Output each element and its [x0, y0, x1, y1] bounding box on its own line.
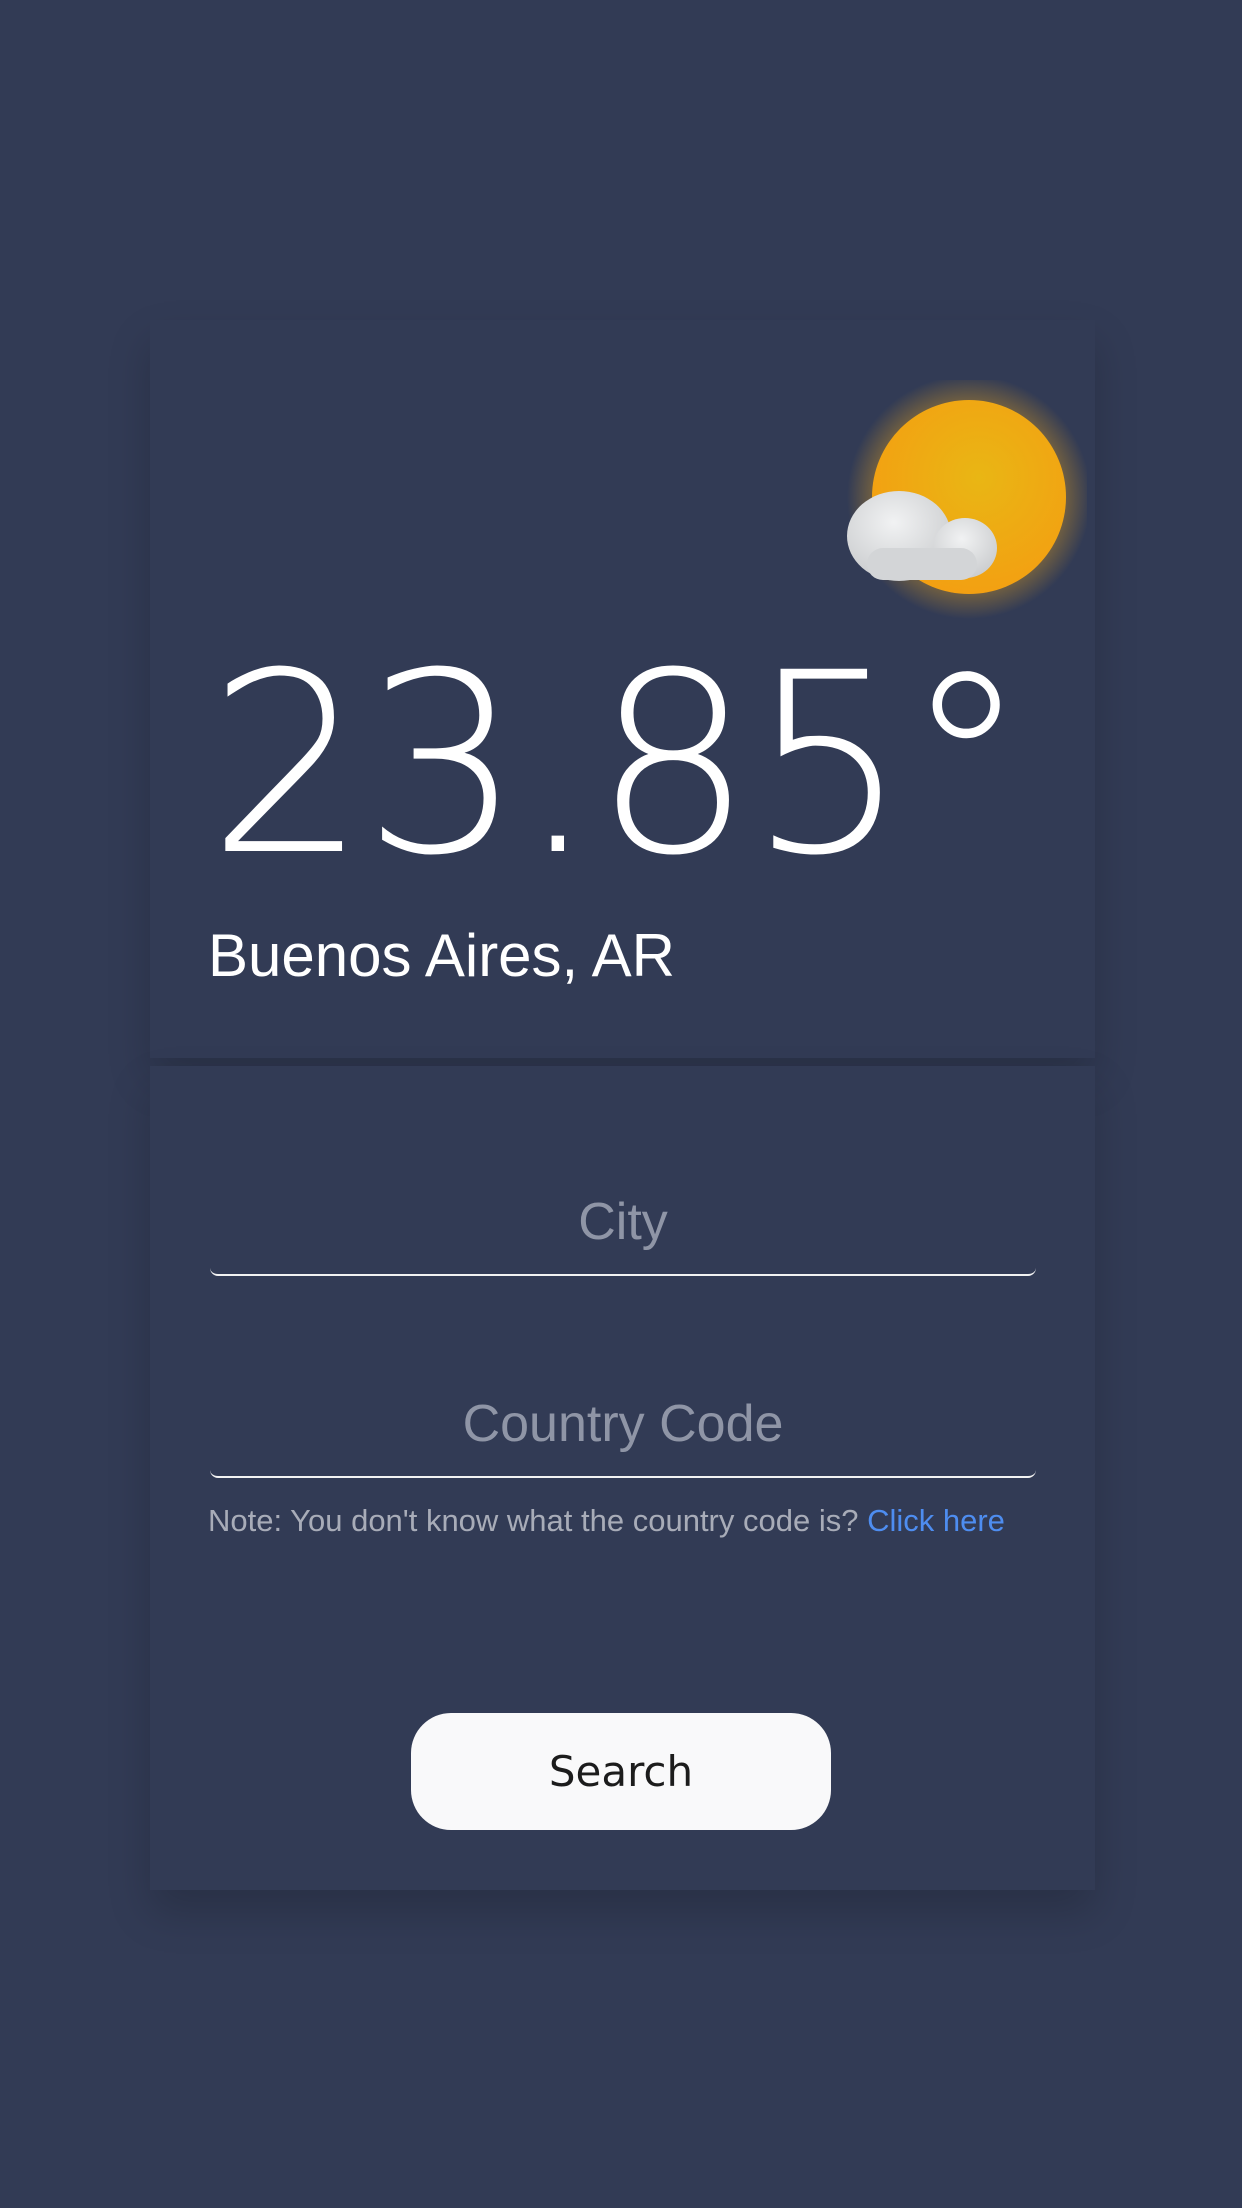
city-field — [210, 1170, 1036, 1276]
temperature-value: 23.85° — [208, 619, 1029, 910]
note-text: Note: You don't know what the country co… — [208, 1503, 859, 1538]
sun-cloud-icon — [847, 380, 1087, 620]
location-label: Buenos Aires, AR — [208, 922, 675, 989]
country-code-input[interactable] — [210, 1372, 1036, 1476]
search-button[interactable]: Search — [411, 1713, 831, 1830]
click-here-link[interactable]: Click here — [867, 1503, 1005, 1538]
city-input[interactable] — [210, 1170, 1036, 1274]
country-code-field — [210, 1372, 1036, 1478]
country-code-note: Note: You don't know what the country co… — [208, 1498, 1005, 1544]
